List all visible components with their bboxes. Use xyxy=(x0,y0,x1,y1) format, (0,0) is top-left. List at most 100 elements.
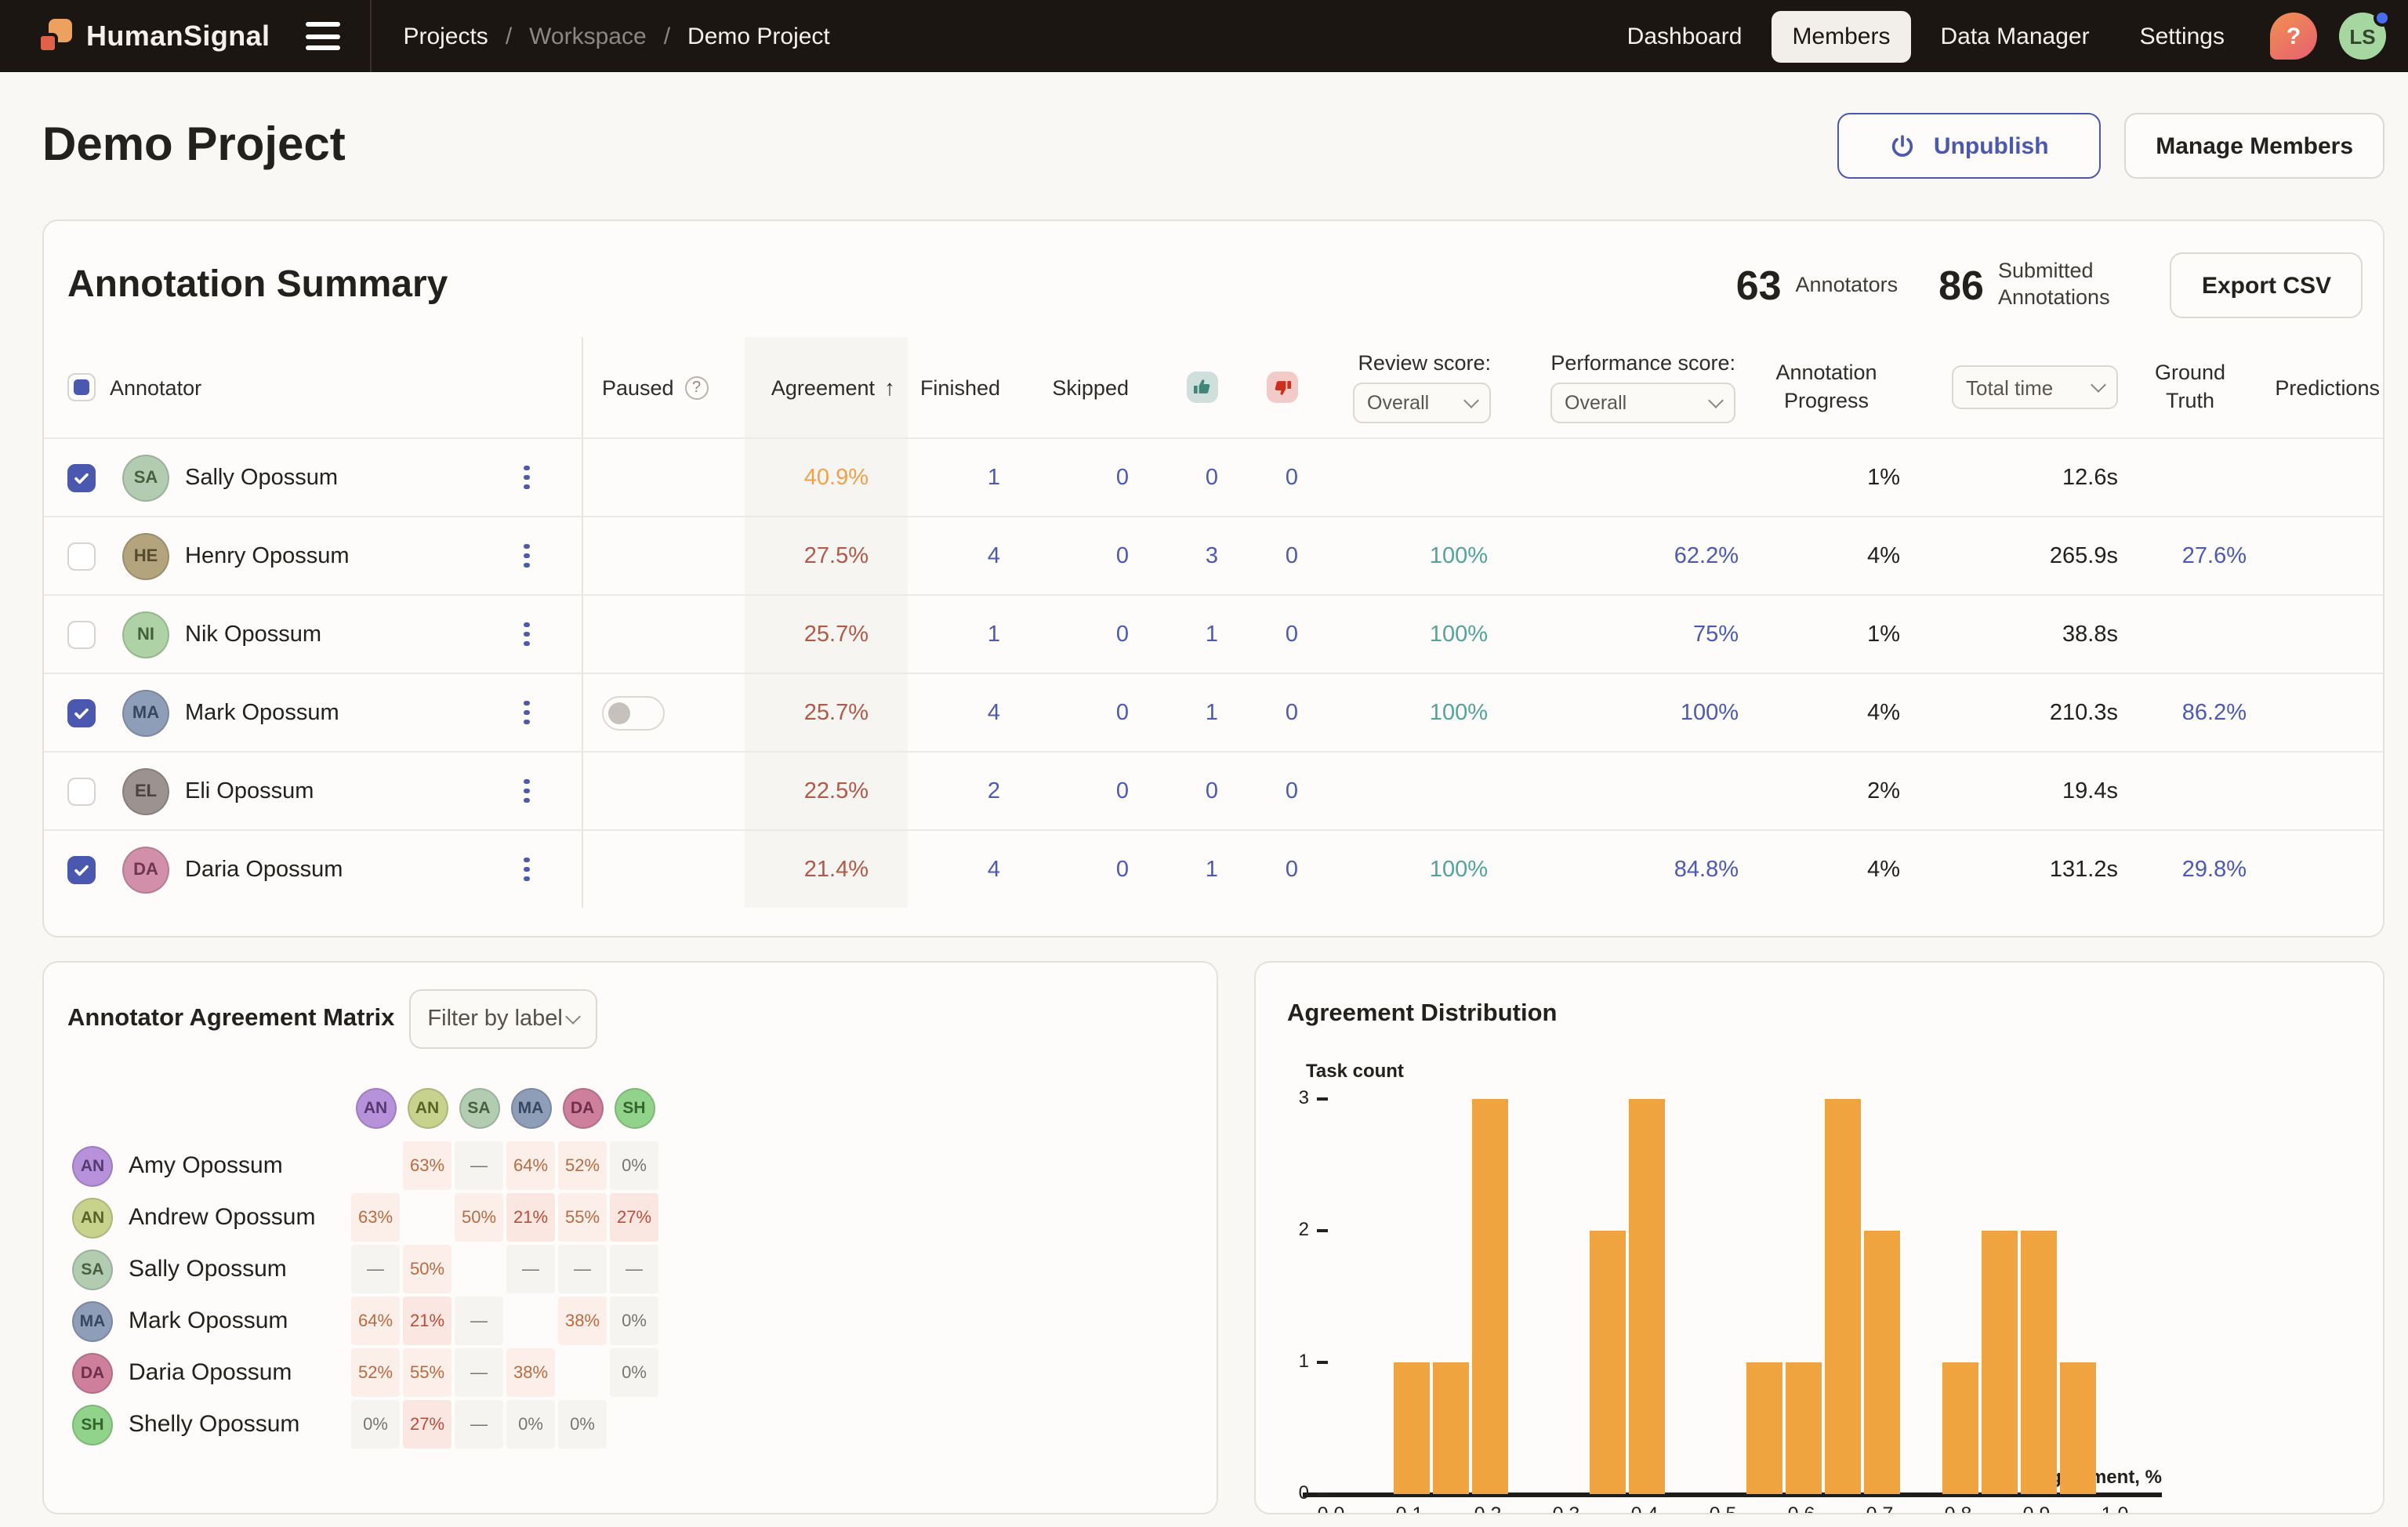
row-checkbox[interactable] xyxy=(67,698,96,727)
matrix-cell xyxy=(506,1297,555,1345)
nav-link-members[interactable]: Members xyxy=(1772,10,1910,62)
navbar-divider xyxy=(370,0,372,72)
thumbs-down-icon xyxy=(1267,372,1298,403)
header-ground-truth: Ground Truth xyxy=(2127,337,2253,437)
nav-link-data-manager[interactable]: Data Manager xyxy=(1920,10,2109,62)
matrix-cell: 0% xyxy=(506,1400,555,1449)
histogram-bar xyxy=(1942,1362,1978,1494)
ground-truth-cell: 27.6% xyxy=(2127,517,2253,594)
brand[interactable]: HumanSignal xyxy=(0,19,270,53)
summary-header: Annotation Summary 63 Annotators 86 Subm… xyxy=(44,221,2383,337)
page-head: Demo Project Unpublish Manage Members xyxy=(42,113,2384,179)
nav-link-dashboard[interactable]: Dashboard xyxy=(1607,10,1763,62)
help-icon[interactable]: ? xyxy=(2270,13,2317,60)
row-menu-button[interactable] xyxy=(517,536,538,576)
nav-link-settings[interactable]: Settings xyxy=(2120,10,2245,62)
performance-score-cell xyxy=(1500,439,1745,516)
chart-xtick-label: 0.2 xyxy=(1460,1503,1516,1514)
chart-ytick-label: 2 xyxy=(1265,1218,1309,1240)
row-checkbox[interactable] xyxy=(67,542,96,570)
bottom-row: Annotator Agreement Matrix Filter by lab… xyxy=(42,961,2384,1514)
menu-hamburger-icon[interactable] xyxy=(298,14,348,58)
predictions-cell xyxy=(2253,439,2384,516)
avatar: DA xyxy=(562,1088,603,1129)
chevron-down-icon xyxy=(2091,377,2106,393)
agreement-cell: 25.7% xyxy=(745,596,908,673)
matrix-column-avatars: ANANSAMADASH xyxy=(351,1088,662,1129)
top-navbar: HumanSignal Projects/Workspace/Demo Proj… xyxy=(0,0,2408,72)
row-menu-cell xyxy=(472,674,583,751)
row-checkbox[interactable] xyxy=(67,463,96,491)
table-row: HEHenry Opossum27.5%4030100%62.2%4%265.9… xyxy=(44,516,2383,594)
table-row: SASally Opossum40.9%10001%12.6s xyxy=(44,437,2383,516)
annotator-name: Eli Opossum xyxy=(185,778,314,803)
avatar: MA xyxy=(72,1300,113,1341)
matrix-annotator-name: Daria Opossum xyxy=(129,1359,351,1386)
annotators-count: 63 xyxy=(1736,261,1782,310)
review-score-select[interactable]: Overall xyxy=(1353,383,1491,423)
table-body: SASally Opossum40.9%10001%12.6sHEHenry O… xyxy=(44,437,2383,908)
annotator-cell: NINik Opossum xyxy=(119,596,472,673)
paused-toggle[interactable] xyxy=(602,695,665,730)
predictions-cell xyxy=(2253,517,2384,594)
matrix-cell: 0% xyxy=(610,1297,658,1345)
row-menu-cell xyxy=(472,517,583,594)
performance-score-select[interactable]: Overall xyxy=(1550,383,1735,423)
histogram-bar xyxy=(1472,1099,1508,1494)
manage-members-button[interactable]: Manage Members xyxy=(2124,113,2384,179)
total-time-cell: 265.9s xyxy=(1908,517,2127,594)
review-score-cell xyxy=(1315,439,1500,516)
breadcrumb-separator: / xyxy=(664,23,670,49)
row-select-cell xyxy=(44,753,119,829)
header-agreement[interactable]: Agreement↑ xyxy=(745,337,908,437)
avatar: MA xyxy=(510,1088,551,1129)
row-menu-button[interactable] xyxy=(517,693,538,733)
row-menu-button[interactable] xyxy=(517,615,538,655)
export-csv-button[interactable]: Export CSV xyxy=(2170,252,2363,318)
table-row: ELEli Opossum22.5%20002%19.4s xyxy=(44,751,2383,829)
row-menu-button[interactable] xyxy=(517,850,538,890)
matrix-cell: 27% xyxy=(610,1193,658,1242)
total-time-select[interactable]: Total time xyxy=(1952,365,2118,409)
breadcrumb-item[interactable]: Workspace xyxy=(529,23,647,49)
row-checkbox[interactable] xyxy=(67,620,96,648)
matrix-cell: 21% xyxy=(403,1297,452,1345)
row-checkbox[interactable] xyxy=(67,777,96,805)
histogram-bar xyxy=(1629,1099,1665,1494)
row-checkbox[interactable] xyxy=(67,855,96,883)
rejected-cell: 0 xyxy=(1234,596,1315,673)
matrix-cell: 21% xyxy=(506,1193,555,1242)
review-score-cell: 100% xyxy=(1315,517,1500,594)
user-avatar[interactable]: LS xyxy=(2339,13,2386,60)
header-predictions: Predictions xyxy=(2253,337,2384,437)
performance-score-cell: 84.8% xyxy=(1500,831,1745,908)
ground-truth-cell xyxy=(2127,439,2253,516)
finished-cell: 4 xyxy=(908,674,1024,751)
total-time-cell: 131.2s xyxy=(1908,831,2127,908)
agreement-cell: 40.9% xyxy=(745,439,908,516)
annotator-cell: HEHenry Opossum xyxy=(119,517,472,594)
paused-cell xyxy=(583,831,745,908)
total-time-cell: 38.8s xyxy=(1908,596,2127,673)
breadcrumb-item[interactable]: Projects xyxy=(403,23,488,49)
matrix-cell: 50% xyxy=(455,1193,503,1242)
performance-score-cell xyxy=(1500,753,1745,829)
sort-asc-icon: ↑ xyxy=(884,375,895,400)
breadcrumb-item[interactable]: Demo Project xyxy=(687,23,830,49)
row-menu-button[interactable] xyxy=(517,771,538,811)
chart-ytick-mark xyxy=(1317,1493,1328,1496)
paused-cell xyxy=(583,439,745,516)
header-performance-score: Performance score: Overall xyxy=(1500,337,1745,437)
total-time-cell: 19.4s xyxy=(1908,753,2127,829)
filter-by-label-select[interactable]: Filter by label xyxy=(408,989,597,1049)
matrix-cell: 55% xyxy=(403,1348,452,1397)
paused-help-icon[interactable]: ? xyxy=(685,375,709,399)
page-title: Demo Project xyxy=(42,119,346,172)
matrix-column-avatar-slot: AN xyxy=(351,1088,400,1129)
chart-xtick-label: 0.6 xyxy=(1773,1503,1830,1514)
skipped-cell: 0 xyxy=(1024,439,1140,516)
unpublish-button[interactable]: Unpublish xyxy=(1837,113,2101,179)
matrix-cell xyxy=(558,1348,607,1397)
row-menu-button[interactable] xyxy=(517,458,538,498)
select-all-checkbox[interactable] xyxy=(67,373,96,401)
